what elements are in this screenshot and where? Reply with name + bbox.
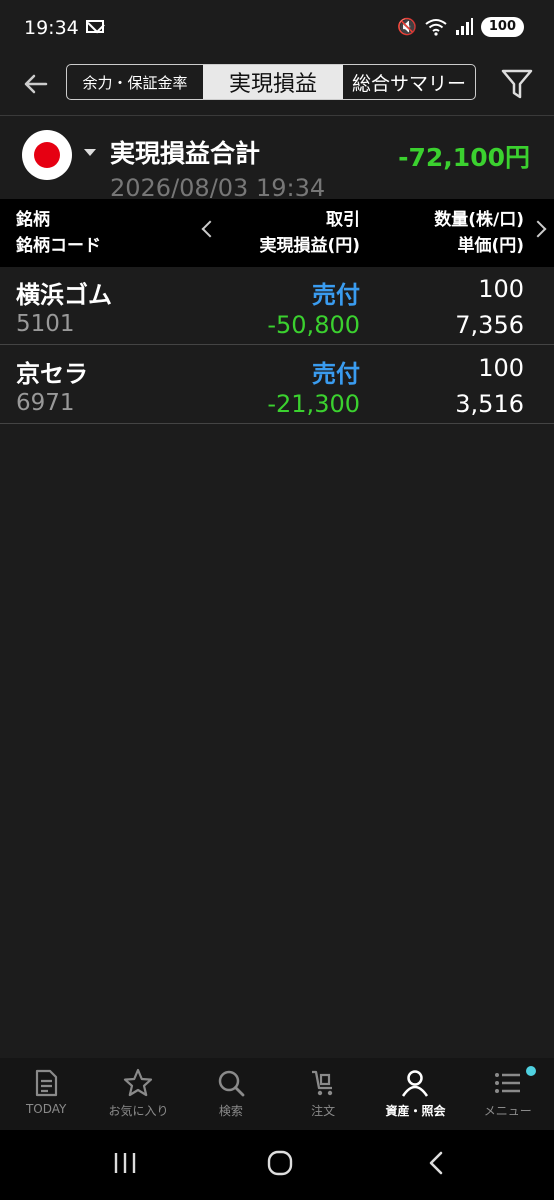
tab-total-summary[interactable]: 総合サマリー bbox=[343, 65, 475, 99]
back-arrow-icon[interactable] bbox=[18, 66, 54, 102]
status-time: 19:34 bbox=[24, 17, 79, 39]
nav-assets[interactable]: 資産・照会 bbox=[369, 1058, 461, 1130]
battery-icon: 100 bbox=[480, 17, 524, 37]
notification-dot bbox=[525, 1066, 536, 1076]
recent-apps-icon[interactable] bbox=[112, 1150, 138, 1176]
tab-realized-pl[interactable]: 実現損益 bbox=[203, 65, 343, 99]
document-icon bbox=[36, 1069, 58, 1097]
system-nav-bar bbox=[0, 1130, 554, 1200]
chevron-right-icon[interactable] bbox=[529, 220, 547, 238]
stock-name: 横浜ゴム bbox=[16, 281, 112, 309]
nav-label: メニュー bbox=[483, 1104, 532, 1118]
stock-name: 京セラ bbox=[16, 360, 88, 388]
mail-icon bbox=[86, 20, 104, 33]
realized-pl: -50,800 bbox=[267, 311, 360, 339]
col-header-name: 銘柄 bbox=[16, 210, 50, 230]
nav-order[interactable]: 注文 bbox=[277, 1058, 369, 1130]
summary-title: 実現損益合計 bbox=[110, 139, 261, 168]
nav-label: 資産・照会 bbox=[385, 1104, 446, 1118]
trade-side: 売付 bbox=[312, 281, 360, 309]
tab-segment-control: 余力・保証金率 実現損益 総合サマリー bbox=[66, 64, 476, 100]
table-row[interactable]: 京セラ 6971 売付 -21,300 100 3,516 bbox=[0, 346, 554, 424]
table-header: 銘柄 銘柄コード 取引 実現損益(円) 数量(株/口) 単価(円) bbox=[0, 199, 554, 267]
nav-label: 検索 bbox=[218, 1104, 243, 1118]
signal-icon bbox=[455, 18, 473, 35]
cart-icon bbox=[312, 1070, 333, 1096]
search-icon bbox=[218, 1070, 245, 1097]
col-header-code: 銘柄コード bbox=[16, 236, 101, 256]
chevron-down-icon[interactable] bbox=[84, 149, 96, 156]
menu-icon bbox=[494, 1073, 520, 1093]
nav-label: TODAY bbox=[25, 1102, 67, 1116]
table-row[interactable]: 横浜ゴム 5101 売付 -50,800 100 7,356 bbox=[0, 267, 554, 345]
summary-datetime: 2026/08/03 19:34 bbox=[110, 174, 326, 198]
person-icon bbox=[402, 1070, 429, 1097]
nav-label: お気に入り bbox=[108, 1104, 169, 1118]
unit-price: 7,356 bbox=[455, 311, 524, 339]
unit-price: 3,516 bbox=[455, 390, 524, 418]
japan-flag-icon[interactable] bbox=[22, 130, 72, 180]
nav-today[interactable]: TODAY bbox=[0, 1058, 92, 1130]
summary-total-value: -72,100円 bbox=[398, 143, 530, 172]
stock-code: 5101 bbox=[16, 311, 75, 337]
nav-menu[interactable]: メニュー bbox=[462, 1058, 554, 1130]
filter-icon[interactable] bbox=[500, 66, 534, 102]
status-bar: 19:34 🔇 100 bbox=[0, 0, 554, 58]
nav-search[interactable]: 検索 bbox=[185, 1058, 277, 1130]
wifi-icon bbox=[425, 19, 447, 36]
col-header-qty: 数量(株/口) bbox=[434, 210, 524, 230]
trade-side: 売付 bbox=[312, 360, 360, 388]
back-icon[interactable] bbox=[424, 1150, 450, 1176]
chevron-left-icon[interactable] bbox=[201, 220, 219, 238]
status-icons: 🔇 100 bbox=[397, 17, 524, 37]
mute-icon: 🔇 bbox=[396, 17, 417, 36]
quantity: 100 bbox=[478, 354, 524, 382]
realized-pl: -21,300 bbox=[267, 390, 360, 418]
col-header-price: 単価(円) bbox=[457, 236, 524, 256]
home-icon[interactable] bbox=[266, 1150, 294, 1176]
col-header-pl: 実現損益(円) bbox=[259, 236, 360, 256]
col-header-trade: 取引 bbox=[326, 210, 360, 230]
realized-pl-summary: 実現損益合計 -72,100円 2026/08/03 19:34 bbox=[0, 116, 554, 198]
tab-margin-rate[interactable]: 余力・保証金率 bbox=[67, 65, 203, 99]
nav-favorites[interactable]: お気に入り bbox=[92, 1058, 184, 1130]
star-icon bbox=[124, 1068, 153, 1097]
quantity: 100 bbox=[478, 275, 524, 303]
bottom-nav: TODAY お気に入り 検索 注文 資産・照会 メニュー bbox=[0, 1058, 554, 1130]
nav-label: 注文 bbox=[311, 1104, 336, 1118]
stock-code: 6971 bbox=[16, 390, 75, 416]
top-header: 余力・保証金率 実現損益 総合サマリー bbox=[0, 58, 554, 114]
